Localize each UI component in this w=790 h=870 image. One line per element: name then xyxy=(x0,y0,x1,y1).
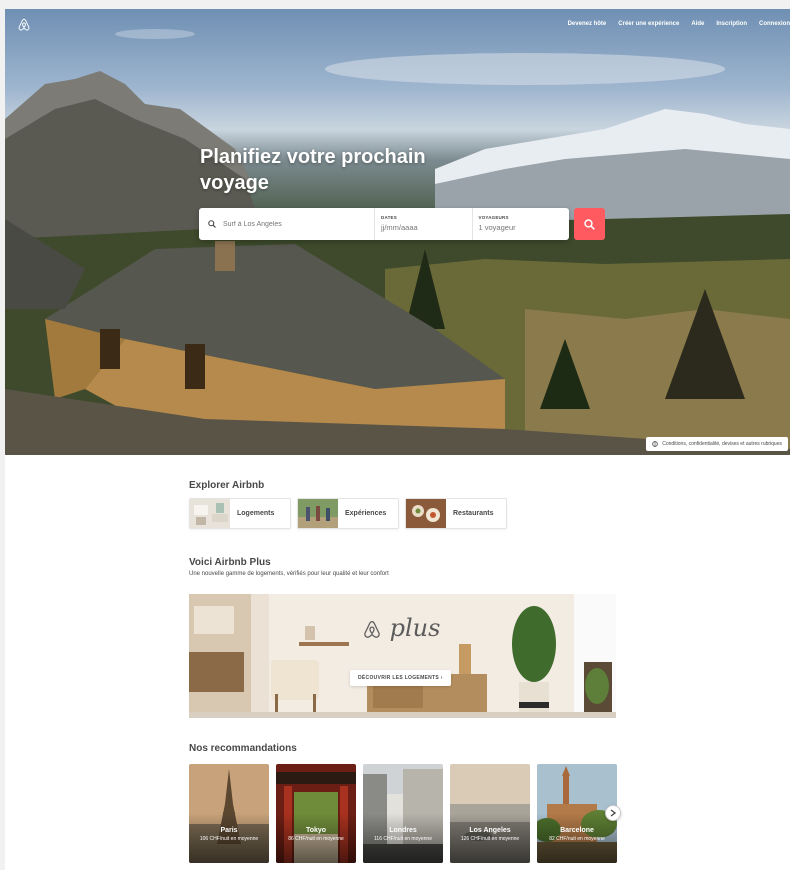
where-field[interactable] xyxy=(199,208,375,240)
recommendation-city: Los Angeles xyxy=(469,827,511,834)
globe-icon xyxy=(652,441,659,447)
page: Devenez hôte Créer une expérience Aide I… xyxy=(5,9,790,870)
guests-label: VOYAGEURS xyxy=(478,215,509,220)
airbnb-logo-icon xyxy=(364,620,380,638)
where-input[interactable] xyxy=(223,220,363,228)
discover-homes-button[interactable]: DÉCOUVRIR LES LOGEMENTS › xyxy=(350,670,451,686)
recommendation-city: Paris xyxy=(220,827,238,834)
category-logements[interactable]: Logements xyxy=(189,498,291,529)
explore-title: Explorer Airbnb xyxy=(189,480,265,491)
nav-become-host[interactable]: Devenez hôte xyxy=(568,21,607,27)
recommendation-card-london[interactable]: Londres 116 CHF/nuit en moyenne xyxy=(363,764,443,863)
plus-brand-text: plus xyxy=(389,614,441,642)
guests-field[interactable]: VOYAGEURS 1 voyageur xyxy=(473,208,570,240)
dates-field[interactable]: DATES jj/mm/aaaa xyxy=(375,208,473,240)
category-label: Logements xyxy=(237,510,275,517)
logements-thumbnail xyxy=(190,499,230,528)
footer-links-label: Conditions, confidentialité, devises et … xyxy=(662,441,782,447)
carousel-next-button[interactable] xyxy=(605,805,621,821)
recommendation-price: 82 CHF/nuit en moyenne xyxy=(549,836,605,842)
recommendation-card-tokyo[interactable]: Tokyo 86 CHF/nuit en moyenne xyxy=(276,764,356,863)
recommendation-card-los-angeles[interactable]: Los Angeles 126 CHF/nuit en moyenne xyxy=(450,764,530,863)
recommendation-city: Tokyo xyxy=(305,827,327,834)
recommendation-price: 126 CHF/nuit en moyenne xyxy=(460,836,520,842)
experiences-thumbnail xyxy=(298,499,338,528)
nav-login[interactable]: Connexion xyxy=(759,21,790,27)
search-button[interactable] xyxy=(574,208,605,240)
plus-subtitle: Une nouvelle gamme de logements, vérifié… xyxy=(189,571,389,577)
guests-value[interactable]: 1 voyageur xyxy=(479,223,570,232)
nav-help[interactable]: Aide xyxy=(691,21,704,27)
category-label: Restaurants xyxy=(453,510,494,517)
plus-title: Voici Airbnb Plus xyxy=(189,557,271,568)
search-icon xyxy=(584,218,595,230)
recommendation-city: Londres xyxy=(389,827,417,834)
category-experiences[interactable]: Expériences xyxy=(297,498,399,529)
restaurants-thumbnail xyxy=(406,499,446,528)
recommendation-price: 86 CHF/nuit en moyenne xyxy=(288,836,344,842)
recommendations-title: Nos recommandations xyxy=(189,743,297,754)
airbnb-plus-logo: plus xyxy=(362,614,440,642)
chevron-right-icon xyxy=(610,809,616,817)
plus-banner[interactable]: plus DÉCOUVRIR LES LOGEMENTS › xyxy=(189,594,616,718)
plus-banner-image xyxy=(189,594,616,718)
category-restaurants[interactable]: Restaurants xyxy=(405,498,507,529)
airbnb-logo-icon[interactable] xyxy=(17,18,31,32)
recommendation-city: Barcelone xyxy=(560,827,594,834)
recommendation-card-paris[interactable]: Paris 106 CHF/nuit en moyenne xyxy=(189,764,269,863)
top-navigation: Devenez hôte Créer une expérience Aide I… xyxy=(568,21,790,27)
recommendation-price: 106 CHF/nuit en moyenne xyxy=(199,836,259,842)
search-bar: DATES jj/mm/aaaa VOYAGEURS 1 voyageur xyxy=(199,208,569,240)
hero-section: Devenez hôte Créer une expérience Aide I… xyxy=(5,9,790,455)
footer-links-button[interactable]: Conditions, confidentialité, devises et … xyxy=(646,437,788,451)
category-label: Expériences xyxy=(345,510,387,517)
search-icon xyxy=(208,220,216,228)
dates-label: DATES xyxy=(381,215,397,220)
nav-signup[interactable]: Inscription xyxy=(716,21,747,27)
dates-value[interactable]: jj/mm/aaaa xyxy=(381,223,472,232)
nav-create-experience[interactable]: Créer une expérience xyxy=(618,21,679,27)
recommendation-price: 116 CHF/nuit en moyenne xyxy=(374,836,432,842)
hero-title: Planifiez votre prochain voyage xyxy=(200,146,426,194)
